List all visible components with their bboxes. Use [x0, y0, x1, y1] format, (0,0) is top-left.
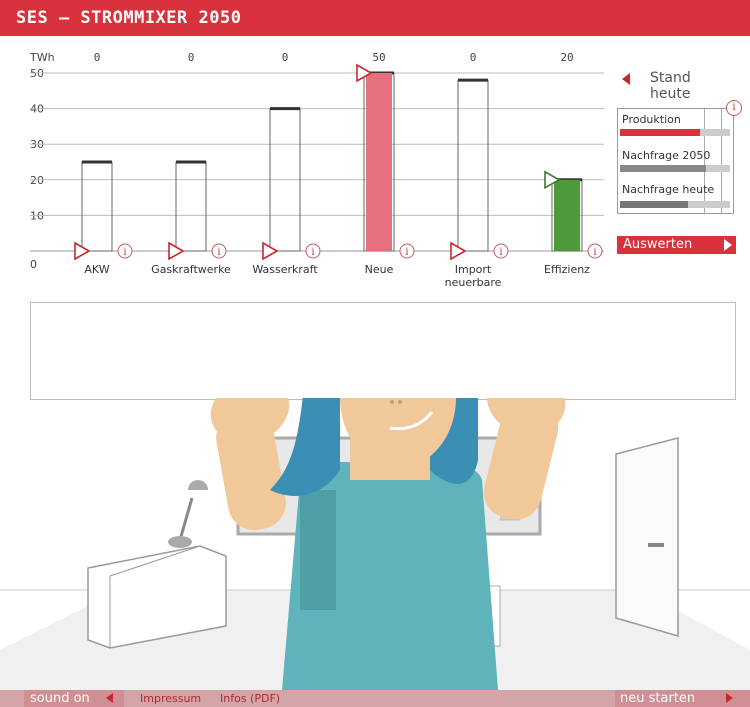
auswerten-label: Auswerten: [623, 237, 693, 252]
nachfrage-heute-fill: [620, 201, 688, 208]
category-label: neuerbare: [445, 276, 502, 289]
lamp-base: [168, 536, 192, 548]
panel-marker-line: [721, 109, 722, 213]
stand-heute-button[interactable]: Stand heute: [616, 70, 734, 102]
produktion-fill: [620, 129, 700, 136]
arrow-left-icon: [622, 73, 630, 85]
category-label: Import: [455, 263, 492, 276]
nachfrage-heute-bar: [620, 201, 730, 208]
speaker-icon[interactable]: [106, 693, 113, 703]
bottom-bar: sound on Impressum Infos (PDF) neu start…: [0, 690, 750, 707]
info-icon-glyph: i: [499, 247, 502, 258]
room-illustration: [0, 398, 750, 690]
top-value-label: 0: [470, 51, 477, 64]
value-bar: [554, 179, 580, 251]
info-icon-glyph: i: [217, 247, 220, 258]
info-icon-glyph: i: [311, 247, 314, 258]
door: [615, 437, 679, 637]
shirt-shade: [300, 490, 336, 610]
category-label: Gaskraftwerke: [151, 263, 231, 276]
top-value-label: 0: [282, 51, 289, 64]
arrow-right-icon: [724, 239, 732, 251]
lamp-shade: [188, 480, 208, 490]
message-box: [30, 302, 736, 400]
impressum-link[interactable]: Impressum: [140, 690, 201, 707]
lamp-arm: [178, 497, 194, 541]
info-icon-glyph: i: [405, 247, 408, 258]
top-value-label: 50: [372, 51, 385, 64]
energy-mix-chart: TWh504030201000iAKW0iGaskraftwerke0iWass…: [29, 51, 604, 289]
value-bar: [366, 73, 392, 251]
unit-label: TWh: [29, 51, 55, 64]
infos-pdf-link[interactable]: Infos (PDF): [220, 690, 280, 707]
target-bar: [175, 161, 207, 252]
info-icon-glyph: i: [123, 247, 126, 258]
panel-row-produktion: Produktion: [622, 113, 681, 126]
category-label: Neue: [365, 263, 394, 276]
top-value-label: 0: [94, 51, 101, 64]
nose: [398, 400, 402, 404]
neu-starten-button[interactable]: neu starten: [620, 690, 695, 707]
door-handle: [648, 543, 664, 547]
panel-row-nachfrage-heute: Nachfrage heute: [622, 183, 715, 196]
category-label: Wasserkraft: [252, 263, 318, 276]
nose: [390, 400, 394, 404]
panel-row-nachfrage-2050: Nachfrage 2050: [622, 149, 711, 162]
comparison-panel: Produktion Nachfrage 2050 Nachfrage heut…: [617, 108, 734, 214]
arrow-right-icon[interactable]: [726, 693, 733, 703]
top-value-label: 0: [188, 51, 195, 64]
target-bar: [81, 161, 113, 252]
stand-heute-label: Stand heute: [650, 70, 691, 102]
nachfrage-2050-fill: [620, 165, 706, 172]
target-bar: [457, 79, 489, 252]
y-tick-label: 0: [30, 258, 37, 271]
top-value-label: 20: [560, 51, 573, 64]
auswerten-button[interactable]: Auswerten: [617, 236, 736, 254]
app-title: SES – STROMMIXER 2050: [0, 0, 750, 36]
right-arm: [483, 400, 559, 520]
category-label: AKW: [84, 263, 109, 276]
category-label: Effizienz: [544, 263, 590, 276]
sound-toggle[interactable]: sound on: [30, 690, 90, 707]
nachfrage-2050-bar: [620, 165, 730, 172]
produktion-bar: [620, 129, 730, 136]
panel-info-icon[interactable]: i: [726, 100, 742, 116]
info-icon-glyph: i: [593, 247, 596, 258]
